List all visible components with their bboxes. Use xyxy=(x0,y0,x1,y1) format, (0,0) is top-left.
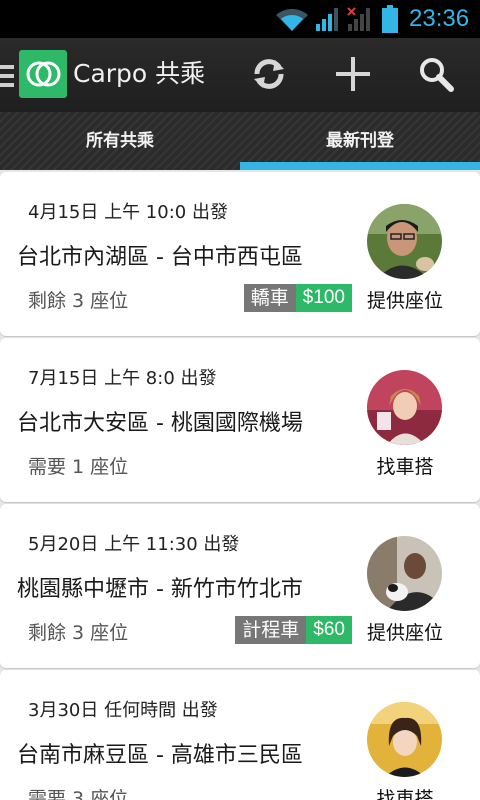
clock: 23:36 xyxy=(409,5,470,32)
ride-card[interactable]: 7月15日 上午 8:0 出發 台北市大安區 - 桃園國際機場 需要 1 座位 … xyxy=(0,338,480,502)
departure-time: 3月30日 任何時間 出發 xyxy=(28,700,218,721)
refresh-icon[interactable] xyxy=(249,54,289,94)
add-icon[interactable] xyxy=(333,54,373,94)
departure-time: 4月15日 上午 10:0 出發 xyxy=(28,202,228,223)
route: 台北市大安區 - 桃園國際機場 xyxy=(17,411,303,436)
ride-role: 找車搭 xyxy=(376,456,434,478)
vehicle-badge: 轎車 xyxy=(243,284,296,312)
departure-time: 7月15日 上午 8:0 出發 xyxy=(28,368,217,389)
battery-icon xyxy=(382,5,398,33)
route: 台南市麻豆區 - 高雄市三民區 xyxy=(17,743,303,768)
route: 桃園縣中壢市 - 新竹市竹北市 xyxy=(17,577,303,602)
action-bar: Carpo 共乘 xyxy=(0,38,480,112)
tab-all-rides[interactable]: 所有共乘 xyxy=(0,112,240,170)
ride-role: 提供座位 xyxy=(366,622,443,644)
avatar[interactable] xyxy=(367,536,442,611)
status-bar: 23:36 xyxy=(0,0,480,38)
departure-time: 5月20日 上午 11:30 出發 xyxy=(28,534,240,555)
app-title: Carpo 共乘 xyxy=(73,59,206,88)
tab-indicator xyxy=(240,162,480,170)
ride-tags: 轎車 $100 xyxy=(243,284,352,312)
price-badge: $100 xyxy=(295,284,352,312)
ride-role: 提供座位 xyxy=(366,290,443,312)
ride-card[interactable]: 4月15日 上午 10:0 出發 台北市內湖區 - 台中市西屯區 剩餘 3 座位… xyxy=(0,172,480,336)
ride-card[interactable]: 3月30日 任何時間 出發 台南市麻豆區 - 高雄市三民區 需要 3 座位 找車… xyxy=(0,670,480,800)
ride-card[interactable]: 5月20日 上午 11:30 出發 桃園縣中壢市 - 新竹市竹北市 剩餘 3 座… xyxy=(0,504,480,668)
no-signal-icon xyxy=(347,7,370,31)
ride-role: 找車搭 xyxy=(376,788,434,800)
wifi-icon xyxy=(276,8,308,31)
seat-count: 需要 1 座位 xyxy=(28,456,129,478)
ride-tags: 計程車 $60 xyxy=(235,616,352,644)
seat-count: 剩餘 3 座位 xyxy=(28,290,129,312)
search-icon[interactable] xyxy=(416,54,456,94)
menu-icon[interactable] xyxy=(0,65,16,87)
avatar[interactable] xyxy=(367,204,442,279)
avatar[interactable] xyxy=(367,702,442,777)
vehicle-badge: 計程車 xyxy=(235,616,307,644)
seat-count: 需要 3 座位 xyxy=(28,788,129,800)
seat-count: 剩餘 3 座位 xyxy=(28,622,129,644)
route: 台北市內湖區 - 台中市西屯區 xyxy=(17,245,303,270)
app-logo-icon[interactable] xyxy=(19,50,67,98)
signal-strength-icon xyxy=(316,8,338,31)
avatar[interactable] xyxy=(367,370,442,445)
